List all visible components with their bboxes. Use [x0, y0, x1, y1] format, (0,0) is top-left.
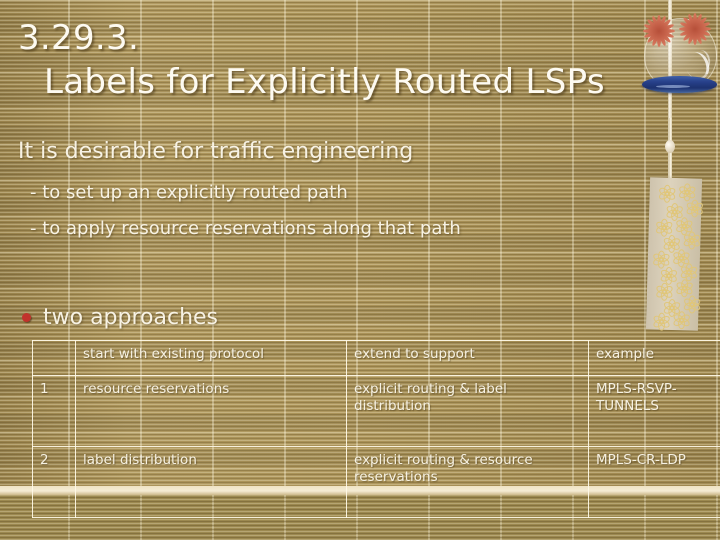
table-header-row: start with existing protocol extend to s… — [32, 340, 720, 376]
table-row: 1 resource reservations explicit routing… — [32, 375, 720, 447]
header-cell-start: start with existing protocol — [75, 340, 347, 376]
paper-flower-motif — [670, 310, 692, 331]
chrysanthemum-icon-right — [678, 12, 712, 46]
paper-flower-motif — [650, 311, 672, 332]
cell-start-1: resource reservations — [75, 375, 347, 447]
cell-num-2: 2 — [32, 446, 76, 518]
chime-band-highlight — [656, 85, 690, 88]
table-row: 2 label distribution explicit routing & … — [32, 446, 720, 518]
cell-example-1: MPLS-RSVP-TUNNELS — [588, 375, 720, 447]
bullet-dot-icon — [22, 313, 31, 322]
approaches-table: start with existing protocol extend to s… — [32, 340, 720, 518]
title-text: Labels for Explicitly Routed LSPs — [44, 62, 605, 102]
chime-clapper — [665, 140, 675, 153]
bullet-label: two approaches — [43, 305, 219, 330]
bullet-two-approaches: two approaches — [22, 305, 218, 330]
title-number: 3.29.3. — [18, 18, 140, 58]
header-cell-num — [32, 340, 76, 376]
cell-start-2: label distribution — [75, 446, 347, 518]
lead-line: It is desirable for traffic engineering — [18, 139, 414, 164]
slide-canvas: 3.29.3. Labels for Explicitly Routed LSP… — [0, 0, 720, 540]
cell-example-2: MPLS-CR-LDP — [588, 446, 720, 518]
slide-title: 3.29.3. Labels for Explicitly Routed LSP… — [18, 16, 658, 104]
sub-line-1: - to set up an explicitly routed path — [30, 182, 348, 203]
header-cell-example: example — [588, 340, 720, 376]
cell-extend-2: explicit routing & resource reservations — [346, 446, 589, 518]
chime-paper-strip — [645, 177, 705, 332]
sub-line-2: - to apply resource reservations along t… — [30, 218, 461, 239]
cell-extend-1: explicit routing & label distribution — [346, 375, 589, 447]
header-cell-extend: extend to support — [346, 340, 589, 376]
cell-num-1: 1 — [32, 375, 76, 447]
